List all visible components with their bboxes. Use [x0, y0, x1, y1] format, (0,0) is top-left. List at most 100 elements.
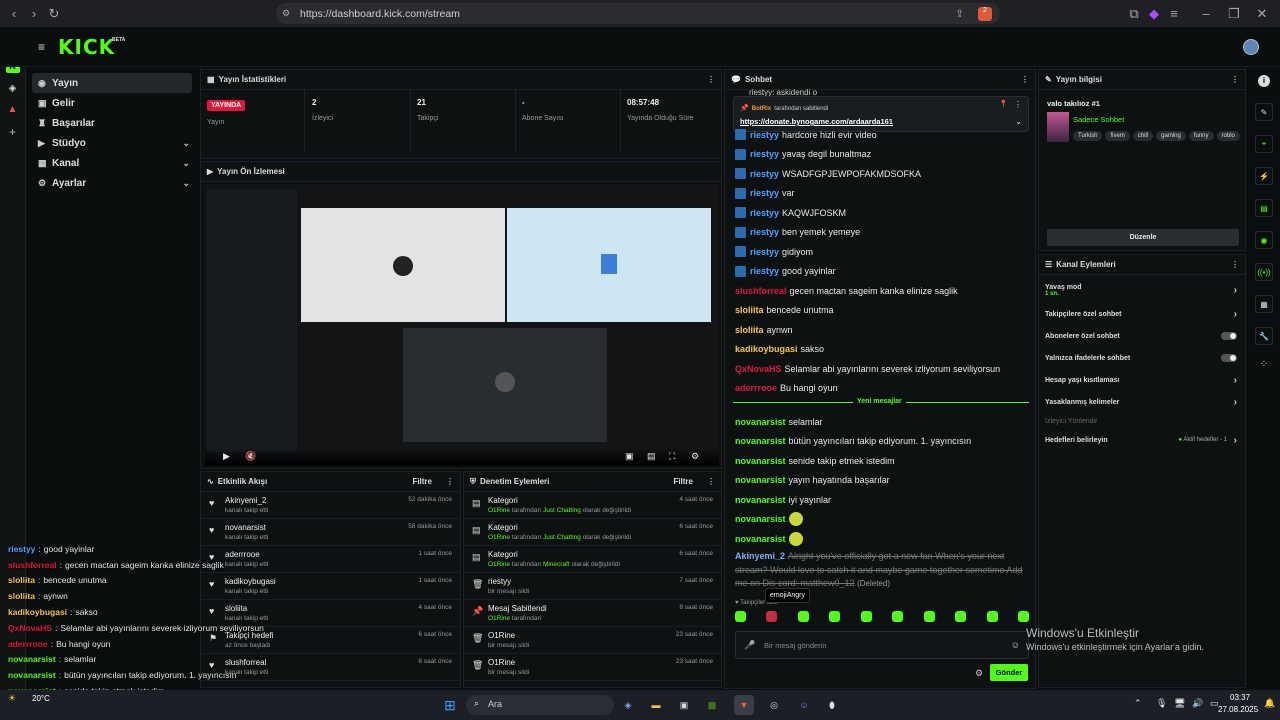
address-bar[interactable]: ⚙ https://dashboard.kick.com/stream ⇪ 2 — [276, 3, 1000, 24]
stream-tag[interactable]: roblo — [1216, 131, 1240, 141]
discord-icon[interactable]: ☺ — [794, 695, 814, 715]
mic-icon[interactable]: 🎤 — [744, 640, 755, 651]
volume-icon[interactable]: 🔊 — [1192, 698, 1203, 709]
copilot-icon[interactable]: ◈ — [618, 695, 638, 715]
emote-icon[interactable] — [1017, 611, 1029, 622]
emote-icon[interactable] — [735, 611, 746, 622]
taskbar-search[interactable]: ⌕ Ara — [466, 695, 614, 715]
chat-username[interactable]: novanarsist — [735, 495, 786, 505]
chat-username[interactable]: novanarsist — [735, 534, 786, 544]
chat-username[interactable]: riestyy — [750, 188, 779, 198]
chat-username[interactable]: novanarsist — [735, 456, 786, 466]
mute-icon[interactable]: 🔇 — [245, 451, 256, 462]
goals-row[interactable]: Hedefleri belirleyin ● Aktif hedefler - 1… — [1039, 429, 1245, 451]
chat-settings-icon[interactable]: ⚙ — [975, 668, 983, 679]
chat-username[interactable]: novanarsist — [735, 475, 786, 485]
explorer-icon[interactable]: ▬ — [646, 695, 666, 715]
filter-button[interactable]: Filtre — [412, 477, 432, 486]
message-icon[interactable]: ◉ — [1255, 231, 1273, 249]
emote-icon[interactable] — [892, 611, 904, 622]
emote-only-toggle[interactable] — [1221, 354, 1237, 362]
app-rail-icon[interactable]: ▲ — [7, 104, 19, 115]
apps-icon[interactable]: ⁘ — [1248, 359, 1280, 370]
more-icon[interactable]: ⋮ — [446, 477, 454, 486]
maximize-icon[interactable]: ❐ — [1224, 4, 1244, 24]
stream-tag[interactable]: fivem — [1105, 131, 1130, 141]
filter-button[interactable]: Filtre — [673, 477, 693, 486]
more-icon[interactable]: ⋮ — [1021, 75, 1029, 84]
sidebar-item[interactable]: ▦ Kanal ⌄ — [26, 153, 198, 173]
kick-logo[interactable]: KICK — [58, 35, 115, 59]
emote-icon[interactable] — [955, 611, 967, 622]
chat-input[interactable]: 🎤 Bir mesaj gönderin ☺ — [735, 631, 1029, 659]
stream-tag[interactable]: chill — [1132, 131, 1154, 141]
emote-icon[interactable] — [797, 611, 809, 622]
target-icon[interactable]: ⌖ — [1255, 135, 1273, 153]
info-icon[interactable]: i — [1258, 75, 1270, 87]
chat-username[interactable]: riestyy — [750, 227, 779, 237]
sidebar-item[interactable]: ▶ Stüdyo ⌄ — [26, 133, 198, 153]
add-rail-icon[interactable]: + — [7, 125, 19, 139]
chat-username[interactable]: kadikoybugasi — [735, 344, 798, 354]
video-player[interactable]: ▶ 🔇 ▣ ▤ ⛶ ⚙ — [205, 184, 719, 466]
account-age-row[interactable]: Hesap yaşı kısıtlaması › — [1039, 369, 1245, 391]
chat-username[interactable]: sloliita — [735, 305, 764, 315]
send-button[interactable]: Gönder — [990, 664, 1028, 681]
sidebar-item[interactable]: ⚙ Ayarlar ⌄ — [26, 173, 198, 193]
tray-chevron-icon[interactable]: ⌃ — [1134, 698, 1142, 709]
chat-username[interactable]: riestyy — [750, 130, 779, 140]
emote-icon[interactable] — [766, 611, 778, 622]
broadcast-icon[interactable]: ((•)) — [1255, 263, 1273, 281]
cast-icon[interactable]: ▤ — [647, 451, 656, 462]
wrench-icon[interactable]: 🔧 — [1255, 327, 1273, 345]
stream-tag[interactable]: funny — [1188, 131, 1214, 141]
menu-icon[interactable]: ≡ — [1164, 4, 1184, 24]
chat-username[interactable]: riestyy — [750, 208, 779, 218]
notification-icon[interactable]: 🔔 — [1264, 698, 1275, 709]
layout-icon[interactable]: ▦ — [1255, 295, 1273, 313]
chat-username[interactable]: novanarsist — [735, 514, 786, 524]
extensions-icon[interactable]: ⧉ — [1124, 4, 1144, 24]
emoji-icon[interactable]: ☺ — [1011, 640, 1020, 650]
pip-icon[interactable]: ▣ — [625, 451, 634, 462]
brave-icon[interactable]: ▼ — [734, 695, 754, 715]
bolt-icon[interactable]: ⚡ — [1255, 167, 1273, 185]
chat-username[interactable]: aderrrooe — [735, 383, 777, 393]
chat-username[interactable]: riestyy — [750, 169, 779, 179]
close-icon[interactable]: ✕ — [1252, 4, 1272, 24]
pencil-icon[interactable]: ✎ — [1255, 103, 1273, 121]
sidebar-item[interactable]: ▣ Gelir — [26, 93, 198, 113]
play-icon[interactable]: ▶ — [223, 451, 230, 462]
more-icon[interactable]: ⋮ — [1014, 100, 1022, 109]
more-icon[interactable]: ⋮ — [707, 477, 715, 486]
minecraft-icon[interactable]: ▩ — [702, 695, 722, 715]
sidebar-item[interactable]: ◉ Yayın — [32, 73, 192, 93]
forward-icon[interactable]: › — [24, 4, 44, 24]
network-icon[interactable]: 🖥 — [1174, 698, 1185, 709]
unpin-icon[interactable]: 📍 — [999, 100, 1008, 108]
vpn-icon[interactable]: ◆ — [1144, 4, 1164, 24]
minimize-icon[interactable]: – — [1196, 4, 1216, 24]
chat-username[interactable]: novanarsist — [735, 417, 786, 427]
back-icon[interactable]: ‹ — [4, 4, 24, 24]
chat-username[interactable]: riestyy — [750, 266, 779, 276]
emote-icon[interactable] — [923, 611, 935, 622]
chat-username[interactable]: novanarsist — [735, 436, 786, 446]
chat-username[interactable]: sloliita — [735, 325, 764, 335]
store-icon[interactable]: ▣ — [674, 695, 694, 715]
settings-icon[interactable]: ⚙ — [691, 451, 699, 462]
obs-icon[interactable]: ◎ — [764, 695, 784, 715]
chat-username[interactable]: QxNovaHS — [735, 364, 782, 374]
emote-icon[interactable] — [860, 611, 872, 622]
mic-tray-icon[interactable]: 🎙 — [1156, 698, 1167, 709]
followers-only-row[interactable]: Takipçilere özel sohbet › — [1039, 303, 1245, 325]
site-info-icon[interactable]: ⚙ — [282, 8, 290, 19]
emote-icon[interactable] — [986, 611, 998, 622]
clock-time[interactable]: 03:37 — [1230, 693, 1250, 702]
chat-username[interactable]: slushforreal — [735, 286, 787, 296]
stream-tag[interactable]: Turkish — [1073, 131, 1103, 141]
chat-username[interactable]: riestyy — [750, 247, 779, 257]
clock-date[interactable]: 27.08.2025 — [1218, 705, 1258, 714]
chat-username[interactable]: riestyy — [750, 149, 779, 159]
app-icon[interactable]: ⬮ — [822, 695, 842, 715]
